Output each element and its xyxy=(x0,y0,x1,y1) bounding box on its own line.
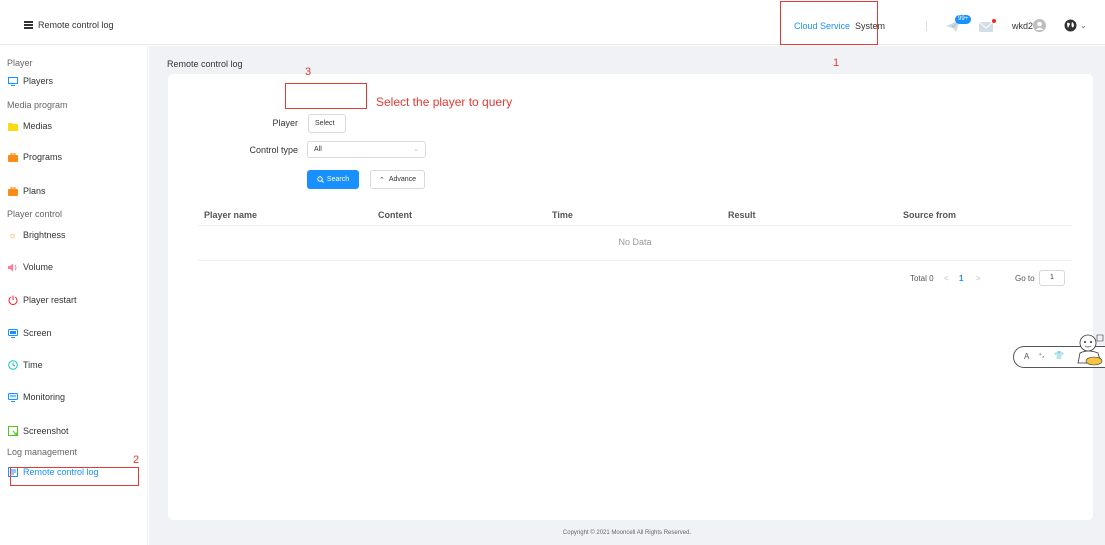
sidebar-item-label: Screen xyxy=(23,328,52,338)
globe-icon[interactable] xyxy=(1064,19,1077,32)
sidebar-item-label: Brightness xyxy=(23,230,66,240)
control-type-label: Control type xyxy=(249,145,298,155)
sidebar-item-label: Screenshot xyxy=(23,426,69,436)
annotation-select-hint: Select the player to query xyxy=(376,95,513,109)
column-header[interactable]: Time xyxy=(552,210,573,220)
sidebar-item-label: Programs xyxy=(23,152,63,162)
search-icon xyxy=(317,176,324,183)
sidebar-item-programs[interactable]: Programs xyxy=(7,152,62,162)
column-header[interactable]: Result xyxy=(728,210,756,220)
annotation-box-player-select xyxy=(285,83,367,109)
monitor-icon xyxy=(7,76,18,86)
username[interactable]: wkd2 xyxy=(1012,21,1033,31)
notification-badge: 99+ xyxy=(955,15,972,24)
briefcase-icon xyxy=(7,152,18,162)
annotation-step-1: 1 xyxy=(833,57,840,69)
sidebar-item-plans[interactable]: Plans xyxy=(7,186,46,196)
sidebar-group-media-program: Media program xyxy=(7,100,68,110)
sidebar-item-label: Volume xyxy=(23,262,54,272)
sidebar-item-label: Players xyxy=(23,76,54,86)
chevron-up-icon: ⌃ xyxy=(378,176,385,184)
sidebar-item-label: Time xyxy=(23,360,43,370)
select-player-button[interactable]: Select xyxy=(308,114,346,133)
folder-icon xyxy=(7,121,18,131)
pagination-prev-button[interactable]: < xyxy=(944,274,949,283)
sidebar-group-player-control: Player control xyxy=(7,209,63,219)
chevron-down-icon[interactable]: ⌄ xyxy=(1080,21,1087,30)
nav-divider xyxy=(926,21,927,31)
breadcrumb: Remote control log xyxy=(167,59,243,69)
pagination-current-page[interactable]: 1 xyxy=(959,274,963,283)
top-bar: Remote control log Cloud Service System … xyxy=(0,0,1105,45)
sidebar-item-label: Monitoring xyxy=(23,392,66,402)
column-header[interactable]: Player name xyxy=(204,210,257,220)
sidebar-item-medias[interactable]: Medias xyxy=(7,121,52,131)
goto-page-input[interactable]: 1 xyxy=(1039,270,1065,286)
avatar-icon[interactable] xyxy=(1033,19,1046,32)
clock-icon xyxy=(7,360,18,370)
annotation-step-3: 3 xyxy=(305,66,312,78)
sidebar-item-player-restart[interactable]: Player restart xyxy=(7,295,77,305)
search-button[interactable]: Search xyxy=(307,170,359,189)
sidebar-group-player: Player xyxy=(7,58,33,68)
shirt-icon[interactable]: 👕 xyxy=(1054,351,1064,360)
chevron-down-icon: ⌄ xyxy=(413,146,419,153)
briefcase-icon xyxy=(7,186,18,196)
sidebar-item-label: Medias xyxy=(23,121,53,131)
content-card: Player Select Control type All ⌄ Search … xyxy=(168,74,1093,520)
sidebar-item-screen[interactable]: Screen xyxy=(7,328,52,338)
hamburger-icon[interactable] xyxy=(24,21,33,29)
goto-label: Go to xyxy=(1015,274,1035,283)
sidebar-item-time[interactable]: Time xyxy=(7,360,43,370)
sidebar-item-label: Plans xyxy=(23,186,46,196)
advance-button-label: Advance xyxy=(388,176,417,183)
sidebar-group-log-management: Log management xyxy=(7,447,78,457)
table-header: Player name Content Time Result Source f… xyxy=(198,204,1072,226)
mail-icon[interactable] xyxy=(979,22,993,32)
footer-copyright: Copyright © 2021 Mooncell All Rights Res… xyxy=(562,530,692,536)
search-button-label: Search xyxy=(326,176,350,183)
advance-button[interactable]: ⌃ Advance xyxy=(370,170,425,189)
control-type-value: All xyxy=(314,146,322,153)
sparkle-icon[interactable]: ⁺⸴ xyxy=(1038,350,1044,361)
column-header[interactable]: Source from xyxy=(903,210,956,220)
screen-icon xyxy=(7,328,18,338)
screenshot-icon xyxy=(7,426,18,436)
main-content: Remote control log Player Select Control… xyxy=(149,46,1105,545)
unread-dot xyxy=(992,19,996,23)
font-letter-icon[interactable]: A xyxy=(1024,352,1029,361)
speaker-icon xyxy=(7,262,18,272)
power-icon xyxy=(7,295,18,305)
mascot-icon[interactable] xyxy=(1068,333,1105,369)
sun-icon: ☼ xyxy=(8,230,17,240)
control-type-select[interactable]: All ⌄ xyxy=(307,141,426,158)
annotation-box-cloud-service xyxy=(780,1,878,45)
sidebar-item-brightness[interactable]: ☼ Brightness xyxy=(7,230,66,240)
sidebar-item-monitoring[interactable]: Monitoring xyxy=(7,392,65,402)
monitor-icon xyxy=(7,392,18,402)
annotation-box-remote-control-log xyxy=(10,467,139,486)
empty-state: No Data xyxy=(198,226,1072,261)
sidebar-item-label: Player restart xyxy=(23,295,77,305)
pagination-total: Total 0 xyxy=(910,274,934,283)
column-header[interactable]: Content xyxy=(378,210,412,220)
sidebar-item-volume[interactable]: Volume xyxy=(7,262,53,272)
pagination-next-button[interactable]: > xyxy=(976,274,981,283)
player-label: Player xyxy=(272,118,298,128)
sidebar-item-screenshot[interactable]: Screenshot xyxy=(7,426,69,436)
annotation-step-2: 2 xyxy=(133,454,140,466)
app-title: Remote control log xyxy=(38,20,114,30)
sidebar-item-players[interactable]: Players xyxy=(7,76,53,86)
